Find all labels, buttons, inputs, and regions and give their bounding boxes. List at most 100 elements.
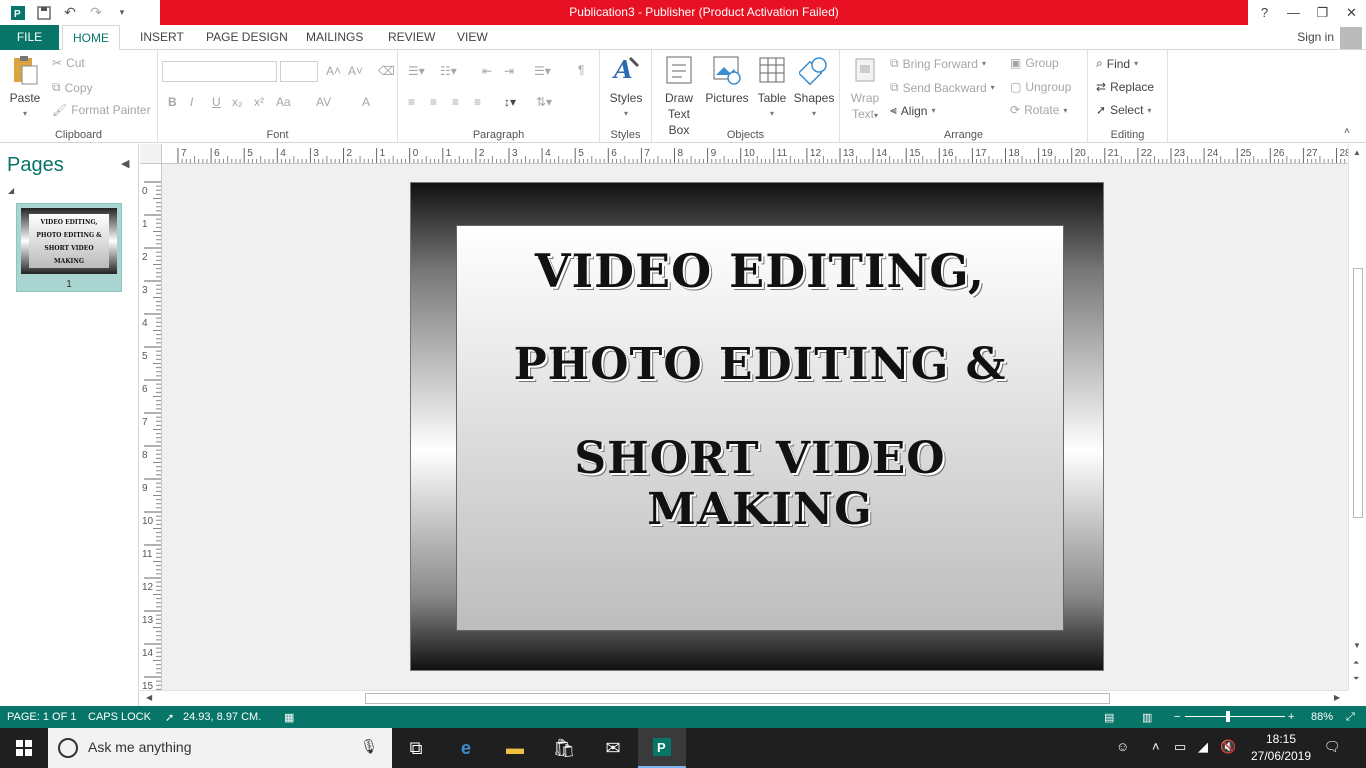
vertical-scrollbar[interactable]: ▲ ▼ ⏶ ⏷ (1348, 144, 1366, 690)
para-spacing-icon[interactable]: ⇅▾ (536, 95, 552, 109)
horizontal-scrollbar[interactable]: ◀ ▶ (140, 690, 1348, 706)
scroll-down-icon[interactable]: ▼ (1353, 641, 1361, 650)
align-right-icon[interactable]: ≡ (452, 95, 459, 109)
align-center-icon[interactable]: ≡ (430, 95, 437, 109)
decrease-indent-icon[interactable]: ⇤ (482, 64, 492, 78)
wrap-text-button[interactable]: Wrap Text▾ (844, 54, 886, 124)
show-hidden-icons-icon[interactable]: ˄ (1152, 739, 1160, 754)
cortana-search-box[interactable]: Ask me anything 🎙 (48, 728, 392, 768)
italic-button[interactable]: I (190, 95, 193, 109)
store-icon[interactable]: 🛍 (540, 728, 588, 768)
shapes-button[interactable]: Shapes ▾ (792, 54, 836, 122)
task-view-icon[interactable]: ⧉ (392, 728, 440, 768)
pilcrow-button[interactable]: ¶ (578, 63, 584, 77)
section-expand-icon[interactable]: ◢ (8, 186, 14, 195)
zoom-slider[interactable] (1185, 716, 1285, 717)
title-line-3[interactable]: SHORT VIDEO MAKING (457, 433, 1063, 535)
title-line-1[interactable]: VIDEO EDITING, (457, 244, 1063, 298)
grow-font-button[interactable]: A˄ (326, 64, 341, 78)
zoom-in-button[interactable]: + (1288, 711, 1294, 723)
tab-review[interactable]: REVIEW (378, 25, 445, 50)
bullets-icon[interactable]: ☰▾ (408, 64, 425, 78)
align-left-icon[interactable]: ≡ (408, 95, 415, 109)
collapse-ribbon-icon[interactable]: ˄ (1344, 126, 1350, 137)
battery-icon[interactable]: ▭ (1174, 739, 1186, 755)
avatar[interactable] (1340, 27, 1362, 49)
format-painter-button[interactable]: 🖌 Format Painter (52, 103, 151, 117)
superscript-button[interactable]: x² (254, 95, 264, 109)
styles-button[interactable]: A Styles ▾ (606, 54, 646, 122)
character-spacing-button[interactable]: AV (316, 95, 331, 109)
vertical-scroll-thumb[interactable] (1353, 268, 1363, 518)
replace-button[interactable]: ⇄ Replace (1096, 80, 1154, 94)
mail-icon[interactable]: ✉ (589, 728, 637, 768)
single-page-view-icon[interactable]: ▤ (1104, 711, 1114, 724)
people-icon[interactable]: ☺ (1116, 739, 1129, 754)
action-center-icon[interactable]: 🗨 (1324, 739, 1341, 755)
scroll-up-icon[interactable]: ▲ (1353, 148, 1361, 157)
title-line-2[interactable]: PHOTO EDITING & (457, 339, 1063, 390)
find-button[interactable]: ⌕ Find ▾ (1096, 56, 1138, 71)
page-indicator[interactable]: PAGE: 1 OF 1 (7, 711, 77, 723)
cut-button[interactable]: ✂ Cut (52, 56, 85, 70)
customize-icon[interactable]: ▾ (110, 2, 134, 24)
change-case-button[interactable]: Aa (276, 95, 291, 109)
zoom-slider-thumb[interactable] (1226, 711, 1230, 722)
group-button[interactable]: ▣ Group (1010, 56, 1059, 70)
publication-page[interactable]: VIDEO EDITING, PHOTO EDITING & SHORT VID… (410, 182, 1104, 671)
tab-insert[interactable]: INSERT (130, 25, 194, 50)
fit-page-icon[interactable]: ⤢ (1346, 711, 1355, 724)
save-icon[interactable] (32, 2, 56, 24)
font-color-button[interactable]: A (362, 95, 370, 109)
justify-icon[interactable]: ≡ (474, 95, 481, 109)
zoom-level[interactable]: 88% (1311, 711, 1333, 723)
system-clock[interactable]: 18:15 27/06/2019 (1246, 731, 1316, 765)
undo-icon[interactable]: ↶ (58, 2, 82, 24)
restore-button[interactable]: ❐ (1308, 0, 1337, 25)
bold-button[interactable]: B (168, 95, 177, 109)
line-spacing-icon[interactable]: ↕▾ (504, 95, 516, 109)
sign-in-link[interactable]: Sign in (1297, 25, 1334, 50)
microphone-icon[interactable]: 🎙 (360, 738, 378, 755)
windows-start-icon[interactable] (0, 728, 48, 768)
tab-mailings[interactable]: MAILINGS (296, 25, 373, 50)
align-button[interactable]: ⫷ Align ▾ (890, 103, 935, 118)
volume-muted-icon[interactable]: 🔇 (1220, 739, 1236, 755)
horizontal-scroll-thumb[interactable] (365, 693, 1110, 704)
vertical-ruler[interactable]: 0 1 2 3 4 5 6 7 8 9 10 11 12 13 14 15 (140, 164, 162, 690)
next-page-icon[interactable]: ⏷ (1353, 674, 1359, 684)
tab-home[interactable]: HOME (62, 25, 120, 50)
help-button[interactable]: ? (1250, 0, 1279, 25)
zoom-out-button[interactable]: − (1174, 711, 1180, 723)
scroll-right-icon[interactable]: ▶ (1334, 693, 1340, 702)
tab-file[interactable]: FILE (0, 25, 59, 50)
draw-text-box-button[interactable]: Draw Text Box (656, 54, 702, 138)
subscript-button[interactable]: x₂ (232, 95, 243, 109)
edge-browser-icon[interactable]: e (442, 728, 490, 768)
file-explorer-icon[interactable]: ▬ (491, 728, 539, 768)
shrink-font-button[interactable]: A˅ (348, 64, 363, 78)
redo-icon[interactable]: ↷ (84, 2, 108, 24)
font-size-select[interactable] (280, 61, 318, 82)
minimize-button[interactable]: — (1279, 0, 1308, 25)
page-thumbnail[interactable]: VIDEO EDITING, PHOTO EDITING & SHORT VID… (16, 203, 122, 292)
title-text-box[interactable]: VIDEO EDITING, PHOTO EDITING & SHORT VID… (456, 225, 1064, 631)
scroll-left-icon[interactable]: ◀ (146, 693, 152, 702)
ungroup-button[interactable]: ▢ Ungroup (1010, 80, 1071, 94)
clear-format-icon[interactable]: ⌫ (378, 64, 395, 78)
underline-button[interactable]: U (212, 95, 221, 109)
bring-forward-button[interactable]: ⧉ Bring Forward ▾ (890, 56, 986, 71)
columns-icon[interactable]: ☰▾ (534, 64, 551, 78)
tab-page-design[interactable]: PAGE DESIGN (196, 25, 298, 50)
close-button[interactable]: ✕ (1337, 0, 1366, 25)
document-canvas[interactable]: VIDEO EDITING, PHOTO EDITING & SHORT VID… (162, 164, 1348, 690)
copy-button[interactable]: ⧉ Copy (52, 80, 93, 95)
increase-indent-icon[interactable]: ⇥ (504, 64, 514, 78)
paste-button[interactable]: Paste ▾ (4, 54, 46, 122)
previous-page-icon[interactable]: ⏶ (1353, 658, 1359, 668)
two-page-view-icon[interactable]: ▥ (1142, 711, 1152, 724)
rotate-button[interactable]: ⟳ Rotate ▾ (1010, 103, 1067, 117)
numbering-icon[interactable]: ☷▾ (440, 64, 457, 78)
font-name-select[interactable] (162, 61, 277, 82)
select-button[interactable]: ➚ Select ▾ (1096, 103, 1151, 117)
